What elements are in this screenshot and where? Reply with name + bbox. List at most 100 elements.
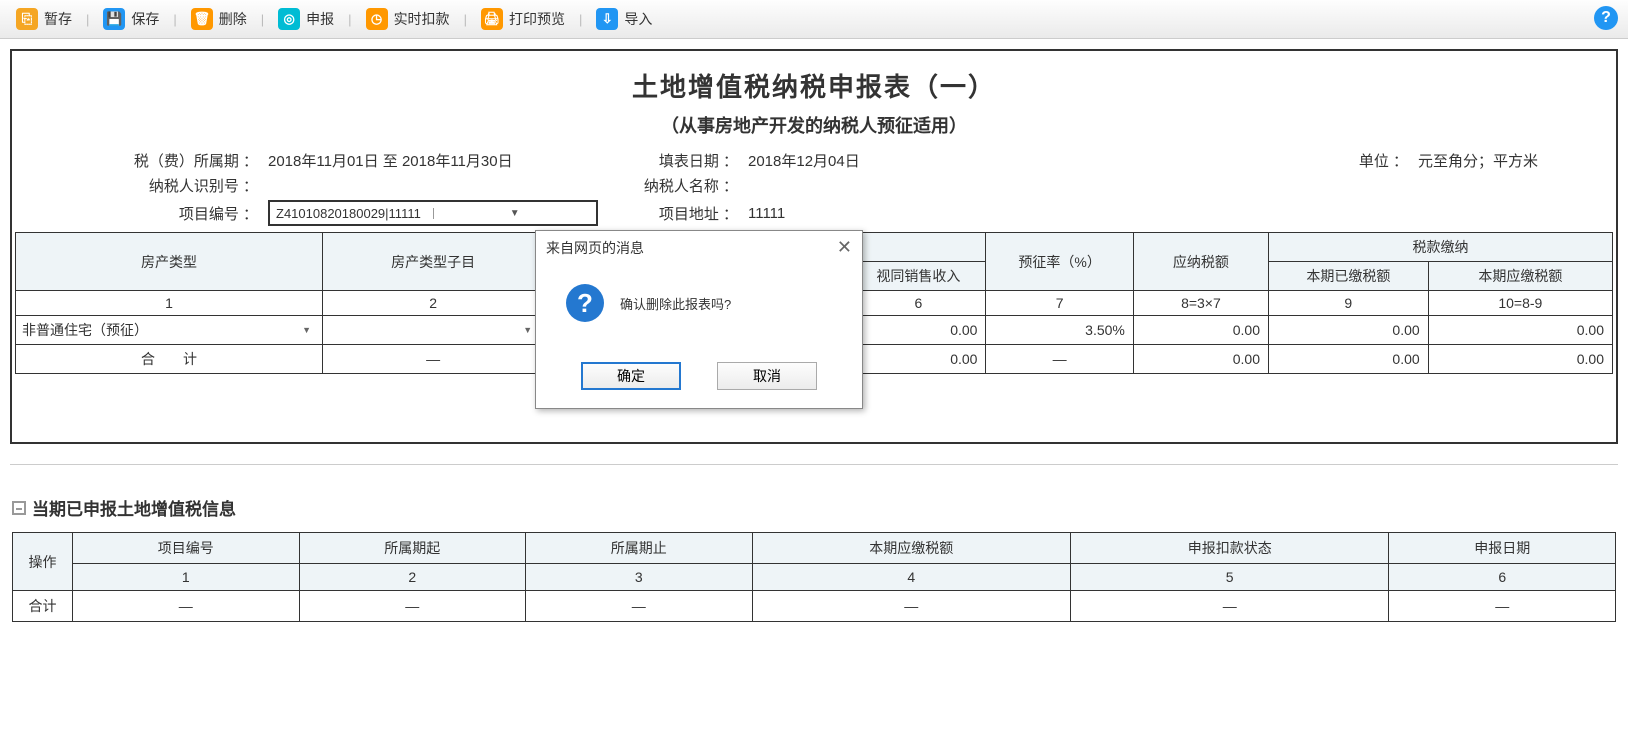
col-property-subtype: 房产类型子目 bbox=[323, 233, 544, 291]
dialog-titlebar: 来自网页的消息 ✕ bbox=[536, 231, 862, 264]
dialog-buttons: 确定 取消 bbox=[536, 352, 862, 408]
section2-title-row: 当期已申报土地增值税信息 bbox=[12, 495, 1628, 520]
total2-c5: — bbox=[1070, 591, 1388, 622]
divider bbox=[10, 464, 1618, 465]
col2-start: 所属期起 bbox=[299, 533, 526, 564]
col2-end: 所属期止 bbox=[526, 533, 753, 564]
col-pre-rate: 预征率（%） bbox=[986, 233, 1133, 291]
deduct-icon: ◷ bbox=[366, 8, 388, 30]
help-icon[interactable]: ? bbox=[1594, 6, 1618, 30]
total-due: 0.00 bbox=[1428, 345, 1612, 374]
temp-save-button[interactable]: ⎘ 暂存 bbox=[10, 6, 78, 32]
deduct-label: 实时扣款 bbox=[394, 9, 450, 29]
info-row-2: 纳税人识别号 ： 纳税人名称 ： bbox=[12, 173, 1616, 198]
cell-due: 0.00 bbox=[1428, 316, 1612, 345]
separator: | bbox=[348, 12, 351, 27]
total-label: 合 计 bbox=[16, 345, 323, 374]
import-icon: ⇩ bbox=[596, 8, 618, 30]
total2-c3: — bbox=[526, 591, 753, 622]
cell-paid[interactable]: 0.00 bbox=[1268, 316, 1428, 345]
cell-property-type[interactable]: 非普通住宅（预征） ▼ bbox=[16, 316, 323, 345]
idx2-2: 2 bbox=[299, 564, 526, 591]
dialog-title-text: 来自网页的消息 bbox=[546, 238, 644, 258]
fill-date-label: 填表日期 ： bbox=[622, 150, 742, 171]
idx2-3: 3 bbox=[526, 564, 753, 591]
separator: | bbox=[261, 12, 264, 27]
print-button[interactable]: 🖨 打印预览 bbox=[475, 6, 571, 32]
dialog-message: 确认删除此报表吗? bbox=[620, 294, 731, 313]
unit-label: 单位 ： bbox=[1192, 150, 1412, 171]
tax-period-label: 税（费）所属期 ： bbox=[12, 150, 262, 171]
close-icon[interactable]: ✕ bbox=[837, 237, 852, 258]
declare-icon: ◎ bbox=[278, 8, 300, 30]
temp-save-icon: ⎘ bbox=[16, 8, 38, 30]
unit-value: 元至角分；平方米 bbox=[1412, 150, 1616, 171]
idx2-4: 4 bbox=[752, 564, 1070, 591]
col-tax-payable: 应纳税额 bbox=[1133, 233, 1268, 291]
idx2-5: 5 bbox=[1070, 564, 1388, 591]
form-subtitle: （从事房地产开发的纳税人预征适用） bbox=[12, 108, 1616, 148]
idx-7: 8=3×7 bbox=[1133, 291, 1268, 316]
idx2-1: 1 bbox=[73, 564, 300, 591]
temp-save-label: 暂存 bbox=[44, 9, 72, 29]
chevron-down-icon[interactable]: ▼ bbox=[433, 208, 597, 219]
project-no-label: 项目编号 ： bbox=[12, 203, 262, 224]
cell-property-subtype[interactable]: ▼ bbox=[323, 316, 544, 345]
index-row-2: 1 2 3 4 5 6 bbox=[13, 564, 1616, 591]
print-icon: 🖨 bbox=[481, 8, 503, 30]
print-label: 打印预览 bbox=[509, 9, 565, 29]
question-icon: ? bbox=[566, 284, 604, 322]
col2-status: 申报扣款状态 bbox=[1070, 533, 1388, 564]
col2-payable: 本期应缴税额 bbox=[752, 533, 1070, 564]
declare-button[interactable]: ◎ 申报 bbox=[272, 6, 340, 32]
project-addr-value: 11111 bbox=[742, 205, 1192, 222]
dialog-body: ? 确认删除此报表吗? bbox=[536, 264, 862, 352]
total2-c1: — bbox=[73, 591, 300, 622]
declared-grid: 操作 项目编号 所属期起 所属期止 本期应缴税额 申报扣款状态 申报日期 1 2… bbox=[12, 532, 1616, 622]
import-label: 导入 bbox=[624, 9, 652, 29]
project-no-select[interactable]: Z41010820180029|11111 ▼ bbox=[268, 200, 598, 226]
col2-op: 操作 bbox=[13, 533, 73, 591]
total-row-2: 合计 — — — — — — bbox=[13, 591, 1616, 622]
total-deemed: 0.00 bbox=[851, 345, 986, 374]
tax-period-value: 2018年11月01日 至 2018年11月30日 bbox=[262, 150, 622, 171]
col-payable-this-period: 本期应缴税额 bbox=[1428, 262, 1612, 291]
total2-c4: — bbox=[752, 591, 1070, 622]
idx-8: 9 bbox=[1268, 291, 1428, 316]
delete-label: 删除 bbox=[219, 9, 247, 29]
declare-label: 申报 bbox=[306, 9, 334, 29]
section2-title: 当期已申报土地增值税信息 bbox=[32, 495, 236, 520]
chevron-down-icon[interactable]: ▼ bbox=[302, 325, 316, 335]
separator: | bbox=[464, 12, 467, 27]
taxpayer-name-value bbox=[742, 175, 1192, 196]
col2-projno: 项目编号 bbox=[73, 533, 300, 564]
project-no-wrap: Z41010820180029|11111 ▼ bbox=[262, 200, 622, 226]
toolbar: ⎘ 暂存 | 💾 保存 | 🗑 删除 | ◎ 申报 | ◷ 实时扣款 | 🖨 打… bbox=[0, 0, 1628, 39]
delete-icon: 🗑 bbox=[191, 8, 213, 30]
taxpayer-id-value bbox=[262, 175, 622, 196]
total-rate: — bbox=[986, 345, 1133, 374]
list-icon bbox=[12, 501, 26, 515]
cell-deemed[interactable]: 0.00 bbox=[851, 316, 986, 345]
ok-button[interactable]: 确定 bbox=[581, 362, 681, 390]
idx-5: 6 bbox=[851, 291, 986, 316]
save-label: 保存 bbox=[131, 9, 159, 29]
total-paid: 0.00 bbox=[1268, 345, 1428, 374]
deduct-button[interactable]: ◷ 实时扣款 bbox=[360, 6, 456, 32]
separator: | bbox=[86, 12, 89, 27]
cancel-button[interactable]: 取消 bbox=[717, 362, 817, 390]
project-addr-label: 项目地址 ： bbox=[622, 203, 742, 224]
cell-rate[interactable]: 3.50% bbox=[986, 316, 1133, 345]
save-icon: 💾 bbox=[103, 8, 125, 30]
total-sub: — bbox=[323, 345, 544, 374]
total-payable: 0.00 bbox=[1133, 345, 1268, 374]
total2-c6: — bbox=[1389, 591, 1616, 622]
fill-date-value: 2018年12月04日 bbox=[742, 150, 1192, 171]
separator: | bbox=[173, 12, 176, 27]
save-button[interactable]: 💾 保存 bbox=[97, 6, 165, 32]
idx-9: 10=8-9 bbox=[1428, 291, 1612, 316]
import-button[interactable]: ⇩ 导入 bbox=[590, 6, 658, 32]
info-row-3: 项目编号 ： Z41010820180029|11111 ▼ 项目地址 ： 11… bbox=[12, 198, 1616, 228]
taxpayer-name-label: 纳税人名称 ： bbox=[622, 175, 742, 196]
delete-button[interactable]: 🗑 删除 bbox=[185, 6, 253, 32]
